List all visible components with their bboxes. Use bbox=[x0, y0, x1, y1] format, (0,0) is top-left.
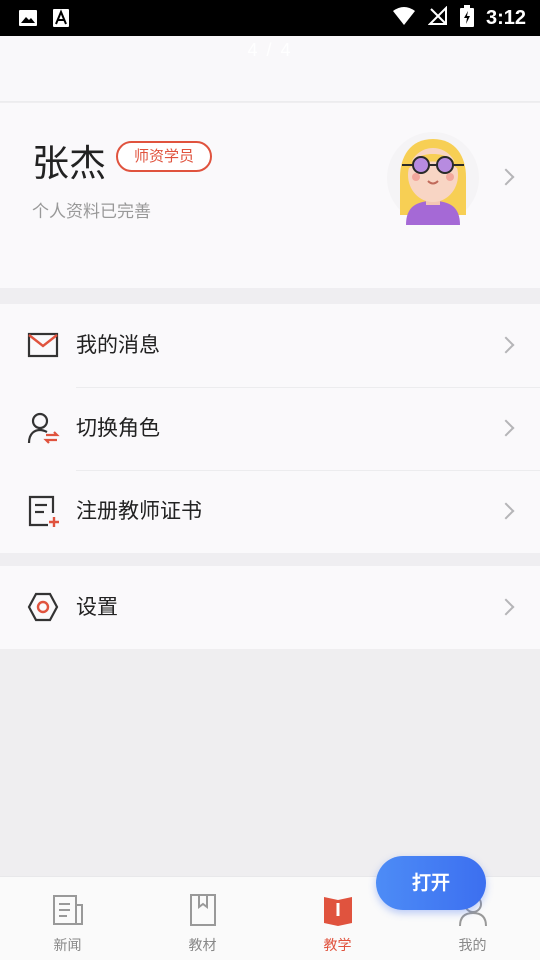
menu-item-label: 切换角色 bbox=[76, 416, 160, 440]
clock: 3:12 bbox=[485, 6, 526, 29]
menu-item-switch-role[interactable]: 切换角色 bbox=[0, 387, 540, 470]
user-name: 张杰 bbox=[32, 142, 106, 185]
chevron-right-icon bbox=[497, 502, 515, 520]
image-icon bbox=[18, 8, 38, 32]
settings-icon bbox=[26, 590, 60, 624]
tab-news[interactable]: 新闻 bbox=[0, 877, 135, 960]
profile-chevron-icon bbox=[497, 168, 515, 186]
switch-role-icon bbox=[26, 411, 60, 445]
section-divider bbox=[0, 553, 540, 566]
open-button[interactable]: 打开 bbox=[376, 856, 486, 910]
teaching-icon bbox=[322, 893, 354, 927]
page-header: 4 / 4 bbox=[0, 36, 540, 102]
certificate-icon bbox=[26, 494, 60, 528]
status-bar: 3:12 bbox=[0, 0, 540, 36]
profile-status: 个人资料已完善 bbox=[32, 202, 151, 222]
battery-charging-icon bbox=[459, 5, 474, 31]
tab-label: 教材 bbox=[188, 938, 217, 954]
menu-item-label: 注册教师证书 bbox=[76, 499, 202, 523]
mail-icon bbox=[26, 328, 60, 362]
menu-item-certificate[interactable]: 注册教师证书 bbox=[0, 470, 540, 553]
tab-label: 新闻 bbox=[53, 938, 82, 954]
chevron-right-icon bbox=[497, 598, 515, 616]
tab-label: 我的 bbox=[458, 938, 487, 954]
menu-primary: 我的消息 切换角色 注册教师证书 bbox=[0, 304, 540, 553]
role-badge: 师资学员 bbox=[116, 141, 213, 172]
menu-secondary: 设置 bbox=[0, 566, 540, 649]
menu-item-settings[interactable]: 设置 bbox=[0, 566, 540, 649]
wifi-icon bbox=[392, 6, 416, 30]
page-indicator: 4 / 4 bbox=[247, 40, 293, 60]
menu-item-label: 设置 bbox=[76, 595, 118, 619]
book-icon bbox=[187, 893, 219, 927]
chevron-right-icon bbox=[497, 336, 515, 354]
tab-label: 教学 bbox=[323, 938, 352, 954]
menu-item-messages[interactable]: 我的消息 bbox=[0, 304, 540, 387]
signal-off-icon bbox=[427, 5, 448, 30]
tab-textbooks[interactable]: 教材 bbox=[135, 877, 270, 960]
profile-card[interactable]: 张杰 师资学员 个人资料已完善 bbox=[0, 103, 540, 288]
section-divider bbox=[0, 288, 540, 304]
news-icon bbox=[52, 893, 84, 927]
chevron-right-icon bbox=[497, 419, 515, 437]
avatar[interactable] bbox=[386, 131, 480, 225]
menu-item-label: 我的消息 bbox=[76, 333, 160, 357]
font-icon bbox=[52, 8, 70, 32]
